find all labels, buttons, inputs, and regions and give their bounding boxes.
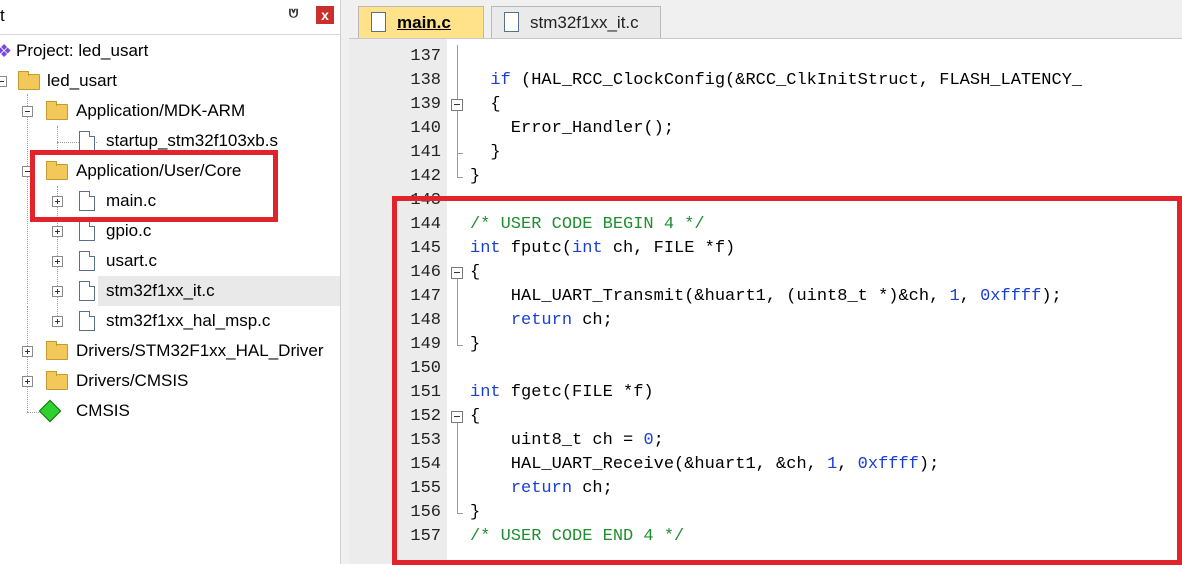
expand-icon[interactable] (52, 226, 63, 237)
file-icon (79, 251, 95, 271)
folder-icon (46, 341, 68, 360)
folder-icon (46, 101, 68, 120)
tab-stm32f1xx-it-c[interactable]: stm32f1xx_it.c (491, 6, 661, 38)
code-line[interactable]: { (470, 93, 500, 117)
fold-guide (457, 111, 458, 153)
group-label: Drivers/STM32F1xx_HAL_Driver (76, 341, 324, 360)
target-icon (18, 71, 40, 90)
fold-end-marker (457, 153, 463, 154)
close-icon[interactable]: x (316, 6, 334, 24)
expand-icon[interactable] (52, 316, 63, 327)
highlight-box (392, 196, 1182, 565)
tree-guide (27, 306, 28, 412)
line-number: 139 (410, 95, 441, 114)
file-label: stm32f1xx_hal_msp.c (106, 311, 271, 330)
tree-guide (27, 94, 28, 304)
tab-label: stm32f1xx_it.c (530, 13, 639, 32)
file-icon (504, 12, 519, 32)
target-label: led_usart (47, 71, 117, 90)
project-label: Project: led_usart (16, 41, 149, 60)
line-number: 138 (410, 71, 441, 90)
file-icon (79, 281, 95, 301)
project-panel: t ⩅ x ❖ Project: led_usart led_usart App… (0, 0, 340, 564)
group-label: Application/MDK-ARM (76, 101, 246, 120)
expand-icon[interactable] (52, 256, 63, 267)
expand-icon[interactable] (52, 286, 63, 297)
line-number: 142 (410, 167, 441, 186)
file-icon (79, 221, 95, 241)
fold-end-marker (457, 177, 463, 178)
file-icon (79, 311, 95, 331)
file-label: stm32f1xx_it.c (106, 281, 215, 300)
panel-title: t (0, 6, 5, 25)
pin-icon[interactable]: ⩅ (289, 5, 298, 23)
collapse-icon[interactable] (0, 76, 7, 87)
file-label: usart.c (106, 251, 158, 270)
code-line[interactable]: } (470, 165, 480, 189)
folder-icon (46, 371, 68, 390)
line-number: 137 (410, 47, 441, 66)
expand-icon[interactable] (22, 346, 33, 357)
component-label: CMSIS (76, 401, 130, 420)
file-icon (79, 131, 95, 151)
tree-guide (57, 126, 58, 150)
tab-label: main.c (397, 13, 451, 32)
expand-icon[interactable] (22, 376, 33, 387)
code-line[interactable]: Error_Handler(); (470, 117, 674, 141)
code-line[interactable]: } (470, 141, 500, 165)
line-number: 141 (410, 143, 441, 162)
collapse-icon[interactable] (22, 106, 33, 117)
tab-main-c[interactable]: main.c (358, 6, 484, 38)
group-label: Drivers/CMSIS (76, 371, 189, 390)
component-icon (38, 399, 62, 423)
project-icon: ❖ (0, 41, 13, 61)
fold-toggle-icon[interactable] (451, 99, 463, 111)
project-panel-header: t ⩅ x (0, 0, 340, 35)
code-line[interactable]: if (HAL_RCC_ClockConfig(&RCC_ClkInitStru… (470, 69, 1082, 93)
file-icon (371, 12, 386, 32)
highlight-box (30, 150, 278, 222)
line-number: 140 (410, 119, 441, 138)
editor-tabbar: main.c stm32f1xx_it.c (349, 0, 1182, 39)
